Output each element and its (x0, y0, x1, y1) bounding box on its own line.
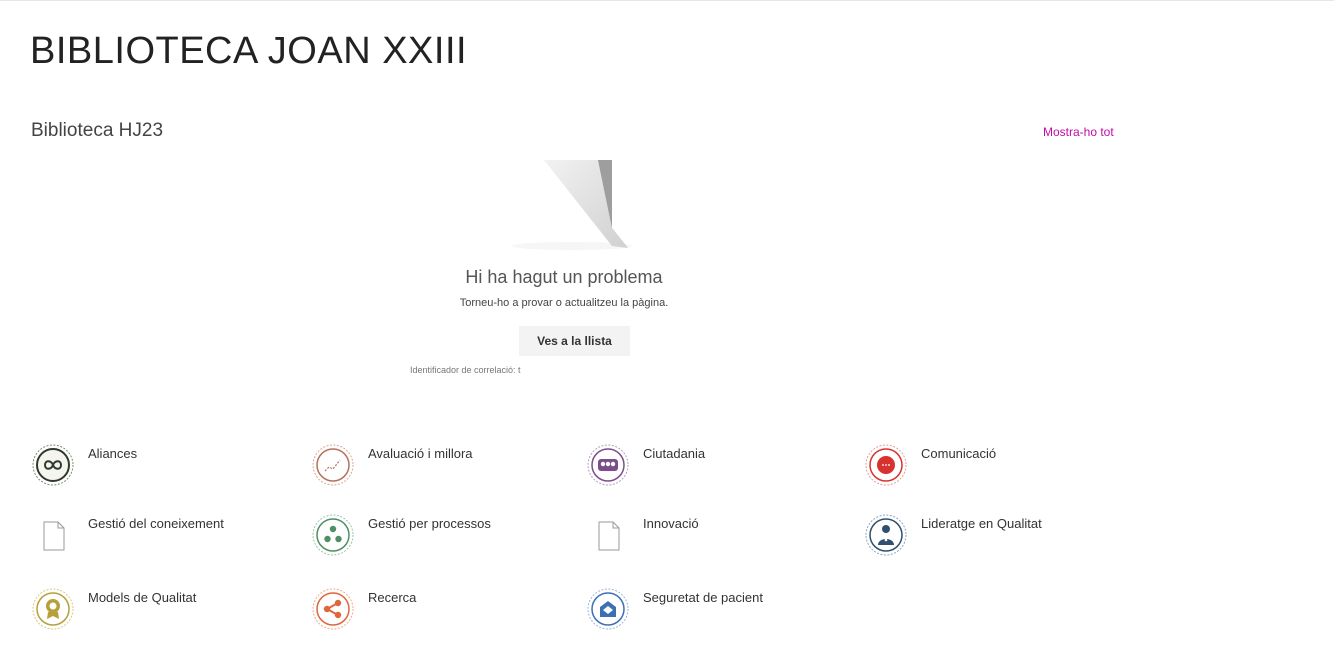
quick-link-label: Aliances (88, 446, 138, 461)
quick-link-recerca[interactable]: Recerca (312, 588, 572, 636)
award-medal-icon (32, 588, 74, 630)
safety-envelope-icon (587, 588, 629, 630)
page-title: BIBLIOTECA JOAN XXIII (30, 30, 468, 72)
quick-link-label: Gestió del coneixement (88, 516, 224, 531)
quick-link-models-qualitat[interactable]: Models de Qualitat (32, 588, 292, 636)
leader-person-icon (865, 514, 907, 556)
quick-link-gestio-coneixement[interactable]: Gestió del coneixement (32, 514, 292, 562)
quick-link-label: Lideratge en Qualitat (921, 516, 1042, 531)
infinity-icon (32, 444, 74, 486)
quick-link-label: Gestió per processos (368, 516, 491, 531)
error-illustration-icon (512, 160, 632, 250)
quick-link-label: Avaluació i millora (368, 446, 473, 461)
chat-bubble-icon (865, 444, 907, 486)
quick-link-aliances[interactable]: Aliances (32, 444, 292, 492)
quick-link-gestio-processos[interactable]: Gestió per processos (312, 514, 572, 562)
quick-link-label: Innovació (643, 516, 699, 531)
show-all-link[interactable]: Mostra-ho tot (1043, 125, 1114, 139)
share-network-icon (312, 588, 354, 630)
correlation-id: Identificador de correlació: t (410, 365, 521, 375)
quick-link-label: Models de Qualitat (88, 590, 197, 605)
webpart-title: Biblioteca HJ23 (31, 120, 164, 141)
quick-link-ciutadania[interactable]: Ciutadania (587, 444, 847, 492)
quick-link-label: Seguretat de pacient (643, 590, 763, 605)
people-icon (587, 444, 629, 486)
quick-link-label: Comunicació (921, 446, 997, 461)
document-icon (598, 521, 620, 551)
quick-link-seguretat-pacient[interactable]: Seguretat de pacient (587, 588, 847, 636)
top-border (0, 0, 1334, 1)
quick-link-avaluacio-millora[interactable]: Avaluació i millora (312, 444, 572, 492)
document-icon (43, 521, 65, 551)
quick-link-lideratge-qualitat[interactable]: Lideratge en Qualitat (865, 514, 1125, 562)
process-cycle-icon (312, 514, 354, 556)
quick-link-label: Ciutadania (643, 446, 706, 461)
go-to-list-button[interactable]: Ves a la llista (519, 326, 630, 356)
quick-link-comunicacio[interactable]: Comunicació (865, 444, 1125, 492)
quick-link-label: Recerca (368, 590, 417, 605)
chart-trend-icon (312, 444, 354, 486)
quick-link-innovacio[interactable]: Innovació (587, 514, 847, 562)
error-heading: Hi ha hagut un problema (465, 267, 663, 287)
error-message: Torneu-ho a provar o actualitzeu la pàgi… (459, 297, 669, 309)
